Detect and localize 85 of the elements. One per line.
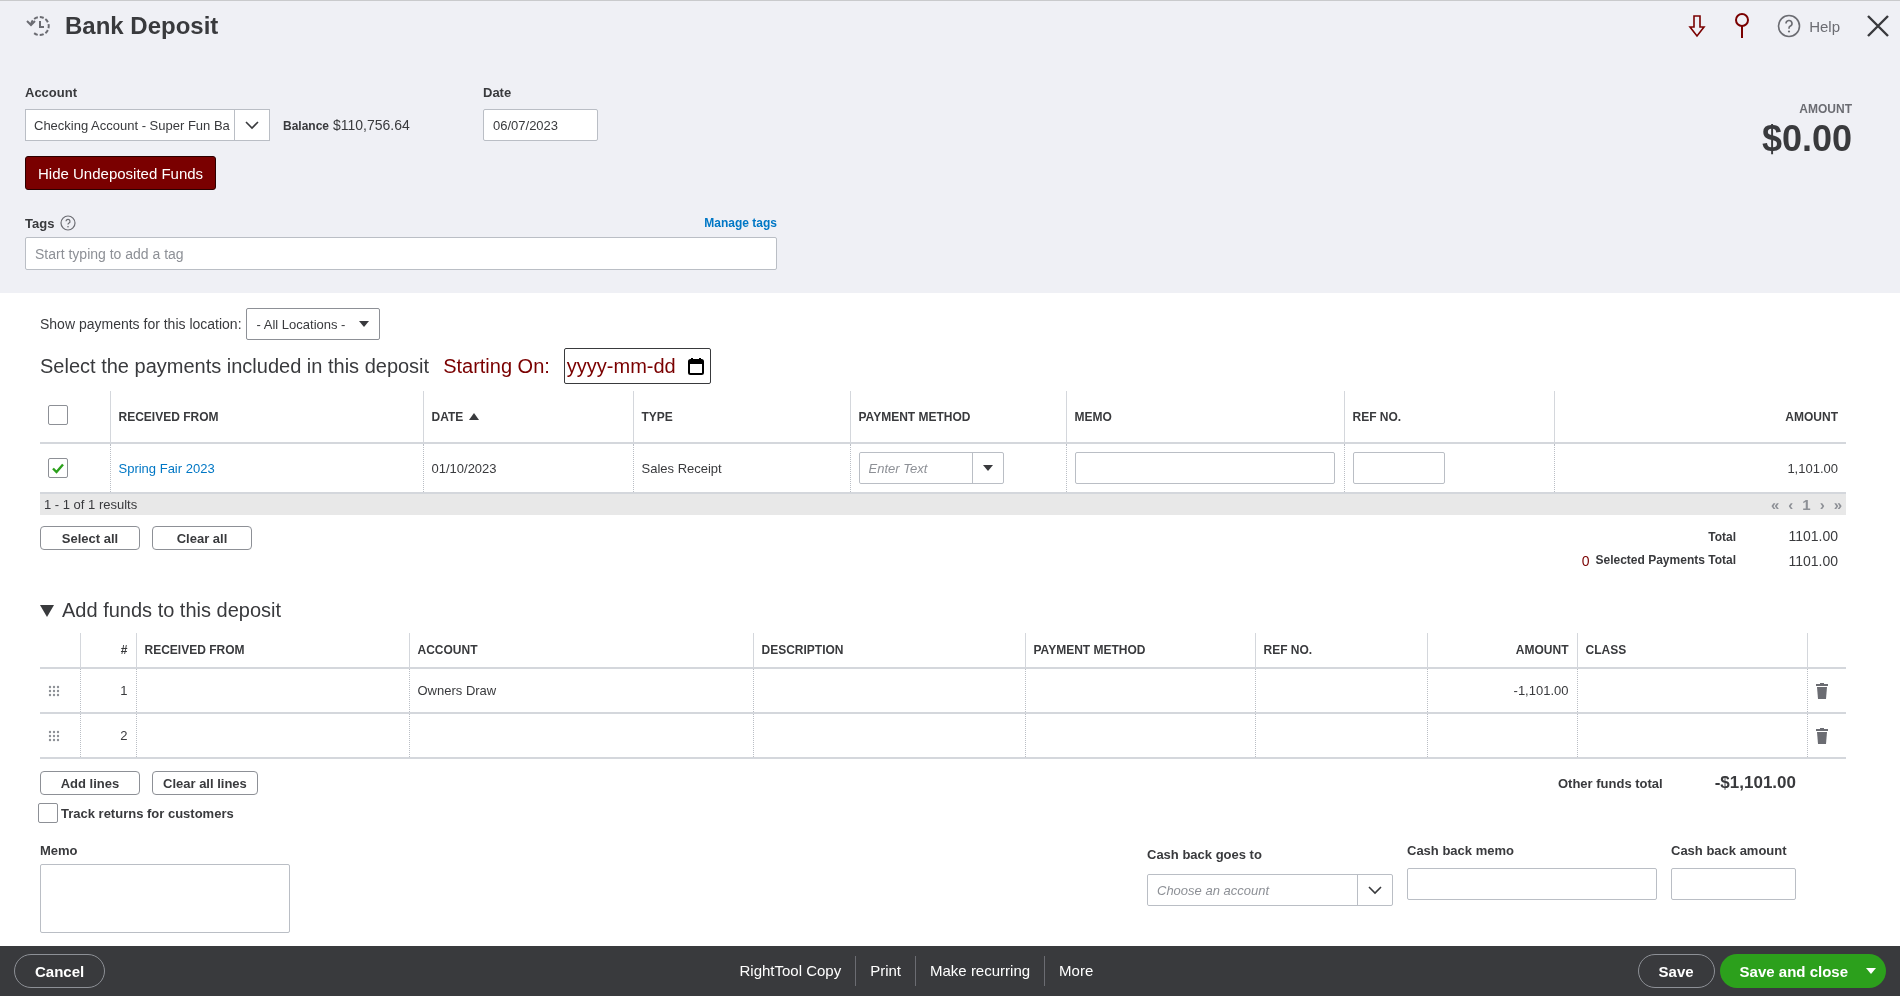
line-number: 2 [80,713,136,758]
starting-on-date-field[interactable]: yyyy-mm-dd [563,348,711,384]
column-header: PAYMENT METHOD [850,391,1066,443]
column-header: REF NO. [1255,633,1427,668]
column-header: DESCRIPTION [753,633,1025,668]
table-action-button[interactable]: Clear all [152,526,252,550]
save-options-button[interactable] [1856,954,1886,988]
trash-icon[interactable] [1815,727,1828,744]
column-header: # [80,633,136,668]
column-header: DATE [423,391,633,443]
footer-link[interactable]: Print [855,956,916,986]
balance-text: Balance $110,756.64 [283,117,411,133]
table-cell: Owners Draw [409,668,753,713]
sort-ascending-icon[interactable] [469,412,480,421]
expanded-triangle-icon[interactable] [40,604,54,617]
table-action-button[interactable]: Select all [40,526,140,550]
memo-field[interactable] [40,864,290,933]
table-cell: -1,101.00 [1427,668,1577,713]
drag-handle-icon[interactable] [48,729,60,742]
manage-tags-link[interactable]: Manage tags [704,216,777,230]
payer-link[interactable]: Spring Fair 2023 [118,460,215,476]
location-label: Show payments for this location: [40,316,242,332]
footer-link[interactable]: RightTool Copy [725,956,856,986]
column-header: AMOUNT [1427,633,1577,668]
track-returns-checkbox[interactable] [38,803,58,823]
footer-link[interactable]: More [1044,956,1108,986]
help-icon[interactable] [1777,14,1802,38]
close-icon[interactable] [1866,14,1890,38]
checkbox-label: Track returns for customers [61,805,234,821]
drag-handle-icon[interactable] [48,684,60,697]
selected-total-value: 1101.00 [1787,553,1839,569]
amount-label: AMOUNT [1798,102,1852,116]
field-label: Account [25,85,78,100]
total-value: 1101.00 [1787,528,1839,544]
select-all-checkbox[interactable] [48,405,68,425]
row-checkbox[interactable] [48,457,68,478]
cash-back-account-dropdown[interactable]: Choose an account [1147,874,1393,906]
pin-icon[interactable] [1733,13,1752,39]
table-action-button[interactable]: Clear all lines [152,771,258,795]
calendar-icon[interactable] [687,357,704,375]
column-header: AMOUNT [1554,391,1846,443]
field-label: Date [483,85,513,100]
section-heading: Add funds to this deposit [62,599,282,622]
selected-total-label: Selected Payments Total [1595,553,1736,569]
column-header: PAYMENT METHOD [1025,633,1255,668]
line-number: 1 [80,668,136,713]
field-label: Memo [40,843,79,858]
field-label: Tags [25,215,55,231]
column-header: ACCOUNT [409,633,753,668]
tags-field[interactable]: Start typing to add a tag [25,237,777,270]
caret-down-icon[interactable] [359,321,370,327]
table-action-button[interactable]: Add lines [40,771,140,795]
payment-method-dropdown[interactable]: Enter Text [858,452,1004,484]
caret-down-icon[interactable] [982,465,993,471]
selected-count: 0 [1581,553,1590,569]
total-label: Total [1707,530,1736,544]
trash-icon[interactable] [1815,682,1828,699]
account-dropdown[interactable]: Checking Account - Super Fun Ba [25,109,270,141]
footer-link[interactable]: Make recurring [915,956,1045,986]
page-title: Bank Deposit [65,12,220,40]
amount-total: $0.00 [1761,118,1852,160]
help-link[interactable]: Help [1809,17,1840,35]
column-header: RECEIVED FROM [110,391,423,443]
column-header: REF NO. [1344,391,1554,443]
hide-undeposited-funds-button[interactable]: Hide Undeposited Funds [25,156,217,190]
column-header: MEMO [1066,391,1344,443]
down-arrow-icon[interactable] [1687,14,1708,38]
location-dropdown[interactable]: - All Locations - [245,308,381,340]
column-header: RECEIVED FROM [136,633,409,668]
help-icon[interactable] [60,215,77,231]
memo-field[interactable] [1074,452,1335,484]
cash-back-memo-field[interactable] [1407,868,1657,900]
cash-back-amount-field[interactable] [1671,868,1796,900]
other-funds-total-label: Other funds total [1558,776,1663,791]
date-field[interactable]: 06/07/2023 [483,109,598,141]
field-label: Cash back memo [1407,843,1515,858]
field-label: Cash back goes to [1147,847,1263,862]
section-heading: Select the payments included in this deposit [40,354,430,378]
results-count: 1 - 1 of 1 results [44,497,138,512]
field-label: Cash back amount [1671,843,1788,858]
starting-on-label: Starting On: [443,354,550,378]
column-header: TYPE [633,391,850,443]
ref-no-field[interactable] [1352,452,1445,484]
column-header: CLASS [1577,633,1807,668]
other-funds-total: -$1,101.00 [1714,773,1796,793]
